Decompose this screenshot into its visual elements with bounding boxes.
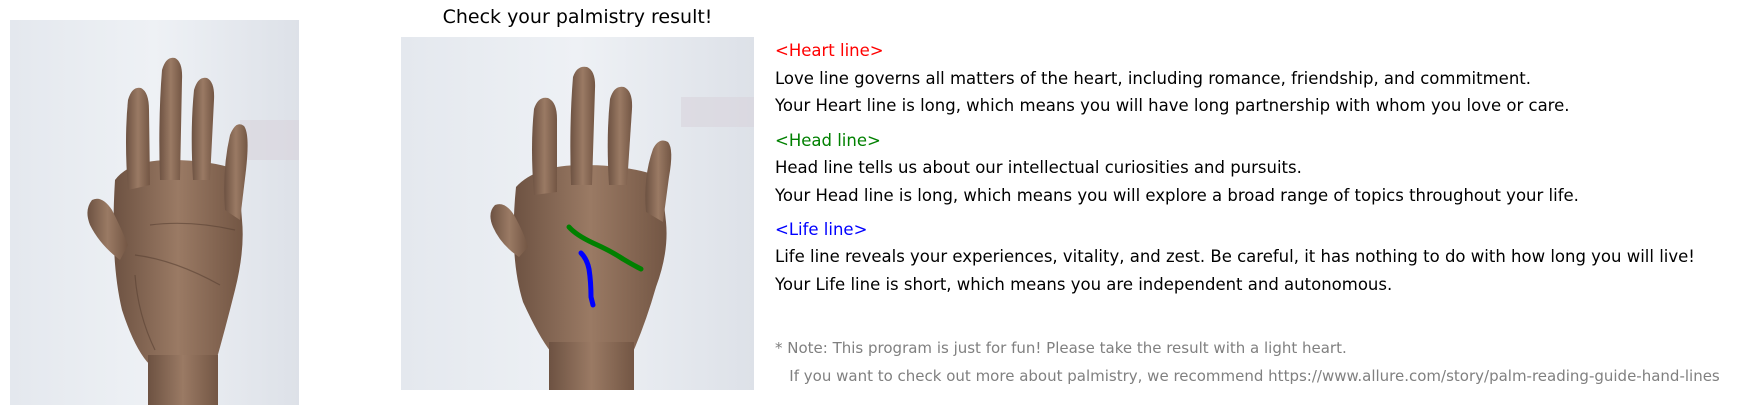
life-line-heading: <Life line> [775,220,868,239]
life-line-verdict: Your Life line is short, which means you… [775,275,1393,294]
head-line-description: Head line tells us about our intellectua… [775,158,1302,177]
result-title: Check your palmistry result! [442,6,713,28]
heart-line-description: Love line governs all matters of the hea… [775,69,1531,88]
life-line-description: Life line reveals your experiences, vita… [775,247,1695,266]
note-text: * Note: This program is just for fun! Pl… [775,339,1347,357]
original-hand-photo [10,20,299,405]
palmistry-result-page: Check your palmistry result! <Heart line… [0,0,1748,415]
result-hand-photo [401,37,754,390]
note-link-text: If you want to check out more about palm… [775,367,1720,385]
heart-line-verdict: Your Heart line is long, which means you… [775,96,1570,115]
heart-line-heading: <Heart line> [775,41,884,60]
head-line-heading: <Head line> [775,131,881,150]
head-line-verdict: Your Head line is long, which means you … [775,186,1579,205]
